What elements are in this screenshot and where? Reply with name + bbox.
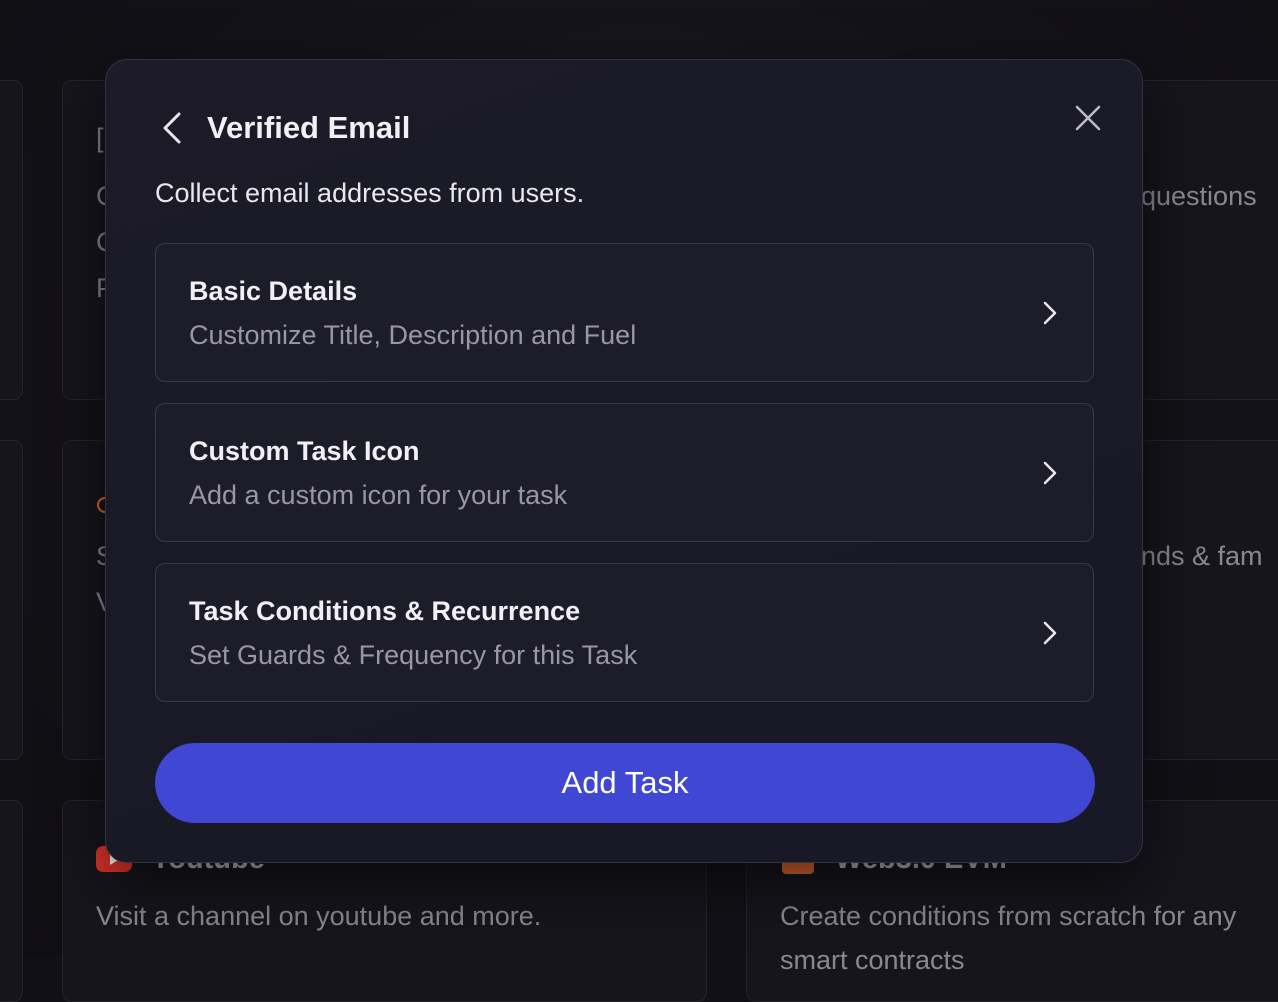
option-subtitle: Add a custom icon for your task [189,480,568,510]
option-title: Task Conditions & Recurrence [189,596,581,626]
background-card-text: [ [96,123,104,153]
background-card-text: Create conditions from scratch for any [780,901,1237,931]
close-button[interactable] [1068,98,1108,138]
option-basic-details[interactable]: Basic Details Customize Title, Descripti… [155,243,1094,382]
background-card-text: nds & fam [1141,541,1263,571]
close-icon [1075,105,1101,131]
option-title: Custom Task Icon [189,436,420,466]
background-card-text: questions [1141,181,1257,211]
option-title: Basic Details [189,276,358,306]
modal-description: Collect email addresses from users. [155,178,585,208]
chevron-right-icon [1037,458,1063,488]
option-custom-task-icon[interactable]: Custom Task Icon Add a custom icon for y… [155,403,1094,542]
add-task-button[interactable]: Add Task [155,743,1095,823]
background-card-edge-left-1 [0,80,23,400]
task-modal: Verified Email Collect email addresses f… [105,59,1143,863]
option-task-conditions[interactable]: Task Conditions & Recurrence Set Guards … [155,563,1094,702]
background-card-edge-left-2 [0,440,23,760]
option-subtitle: Set Guards & Frequency for this Task [189,640,638,670]
modal-title: Verified Email [207,110,411,145]
option-subtitle: Customize Title, Description and Fuel [189,320,637,350]
background-card-text: smart contracts [780,945,965,975]
chevron-right-icon [1037,298,1063,328]
back-button[interactable] [154,108,190,148]
background-card-edge-left-3 [0,800,23,1002]
chevron-right-icon [1037,618,1063,648]
chevron-left-icon [163,112,181,144]
background-card-text: Visit a channel on youtube and more. [96,901,542,931]
